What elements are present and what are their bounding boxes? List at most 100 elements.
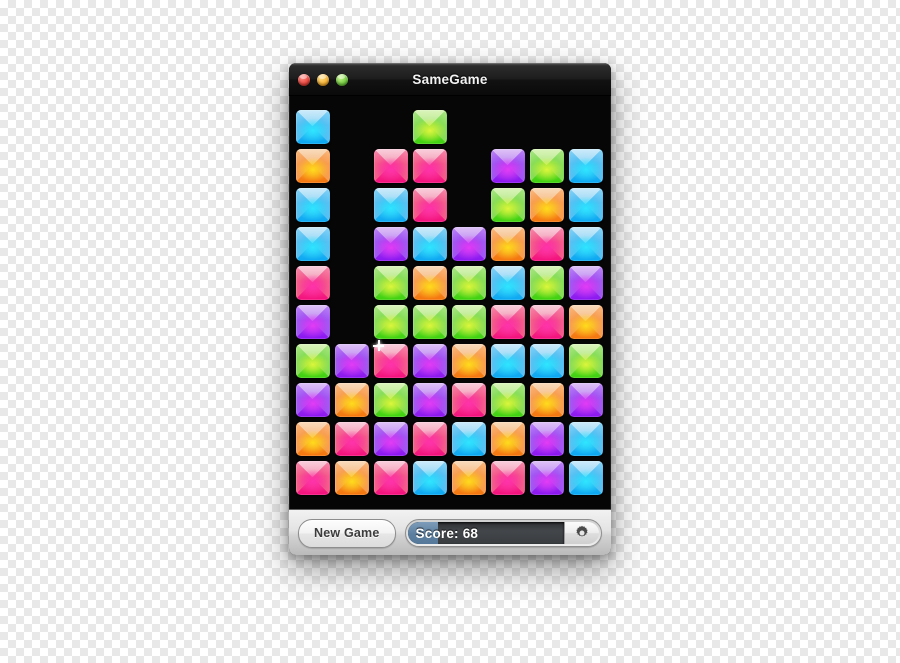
tile-purple[interactable] xyxy=(529,421,564,456)
close-button[interactable] xyxy=(298,73,310,86)
board-cell[interactable] xyxy=(449,419,488,458)
board-cell[interactable] xyxy=(410,107,449,146)
tile-green[interactable] xyxy=(529,148,564,183)
tile-blue[interactable] xyxy=(451,421,486,456)
tile-blue[interactable] xyxy=(568,421,603,456)
tile-orange[interactable] xyxy=(529,382,564,417)
tile-purple[interactable] xyxy=(295,382,330,417)
tile-orange[interactable] xyxy=(295,148,330,183)
window-titlebar[interactable]: SameGame xyxy=(289,63,611,96)
new-game-button[interactable]: New Game xyxy=(298,518,396,548)
board-cell[interactable] xyxy=(566,185,605,224)
tile-pink[interactable] xyxy=(373,343,408,378)
board-cell[interactable] xyxy=(293,380,332,419)
tile-orange[interactable] xyxy=(334,382,369,417)
board-cell[interactable] xyxy=(527,107,566,146)
board-cell[interactable] xyxy=(332,302,371,341)
board-cell[interactable] xyxy=(488,380,527,419)
board-cell[interactable] xyxy=(332,107,371,146)
board-cell[interactable] xyxy=(332,185,371,224)
zoom-button[interactable] xyxy=(336,73,348,86)
board-cell[interactable] xyxy=(371,263,410,302)
tile-blue[interactable] xyxy=(295,226,330,261)
tile-blue[interactable] xyxy=(529,343,564,378)
board-cell[interactable] xyxy=(527,419,566,458)
board-cell[interactable] xyxy=(371,185,410,224)
board-cell[interactable] xyxy=(293,419,332,458)
board-cell[interactable] xyxy=(410,185,449,224)
board-cell[interactable] xyxy=(488,185,527,224)
tile-blue[interactable] xyxy=(412,226,447,261)
tile-pink[interactable] xyxy=(334,421,369,456)
tile-blue[interactable] xyxy=(373,187,408,222)
tile-green[interactable] xyxy=(295,343,330,378)
tile-blue[interactable] xyxy=(295,187,330,222)
board-cell[interactable] xyxy=(410,146,449,185)
tile-green[interactable] xyxy=(451,304,486,339)
board-cell[interactable] xyxy=(371,302,410,341)
board-cell[interactable] xyxy=(449,380,488,419)
board-cell[interactable] xyxy=(449,224,488,263)
tile-pink[interactable] xyxy=(490,304,525,339)
board-cell[interactable] xyxy=(332,419,371,458)
board-cell[interactable] xyxy=(293,341,332,380)
tile-orange[interactable] xyxy=(451,343,486,378)
board-cell[interactable] xyxy=(527,458,566,497)
board-cell[interactable] xyxy=(371,458,410,497)
tile-green[interactable] xyxy=(373,304,408,339)
board-cell[interactable] xyxy=(488,224,527,263)
board-cell[interactable] xyxy=(566,146,605,185)
board-cell[interactable] xyxy=(566,107,605,146)
tile-green[interactable] xyxy=(568,343,603,378)
tile-blue[interactable] xyxy=(490,343,525,378)
tile-pink[interactable] xyxy=(295,460,330,495)
tile-green[interactable] xyxy=(490,382,525,417)
board-cell[interactable] xyxy=(488,458,527,497)
tile-orange[interactable] xyxy=(412,265,447,300)
tile-purple[interactable] xyxy=(568,382,603,417)
board-cell[interactable] xyxy=(371,107,410,146)
board-cell[interactable] xyxy=(332,341,371,380)
board-cell[interactable] xyxy=(449,302,488,341)
tile-pink[interactable] xyxy=(412,187,447,222)
tile-green[interactable] xyxy=(412,109,447,144)
tile-orange[interactable] xyxy=(568,304,603,339)
board-cell[interactable] xyxy=(488,107,527,146)
tile-green[interactable] xyxy=(451,265,486,300)
board-cell[interactable] xyxy=(410,380,449,419)
board-cell[interactable] xyxy=(449,107,488,146)
board-cell[interactable] xyxy=(488,419,527,458)
board-cell[interactable] xyxy=(527,263,566,302)
board-cell[interactable] xyxy=(449,458,488,497)
board-cell[interactable] xyxy=(488,302,527,341)
tile-purple[interactable] xyxy=(295,304,330,339)
board-cell[interactable] xyxy=(410,263,449,302)
board-cell[interactable] xyxy=(293,107,332,146)
board-cell[interactable] xyxy=(488,263,527,302)
board-cell[interactable] xyxy=(332,458,371,497)
board-cell[interactable] xyxy=(566,224,605,263)
tile-blue[interactable] xyxy=(412,460,447,495)
board-cell[interactable] xyxy=(527,224,566,263)
tile-grid[interactable] xyxy=(293,107,605,497)
tile-purple[interactable] xyxy=(529,460,564,495)
tile-purple[interactable] xyxy=(490,148,525,183)
tile-blue[interactable] xyxy=(490,265,525,300)
tile-orange[interactable] xyxy=(529,187,564,222)
board-cell[interactable] xyxy=(332,380,371,419)
tile-orange[interactable] xyxy=(295,421,330,456)
board-cell[interactable] xyxy=(527,341,566,380)
tile-orange[interactable] xyxy=(451,460,486,495)
board-cell[interactable] xyxy=(566,263,605,302)
tile-green[interactable] xyxy=(412,304,447,339)
tile-blue[interactable] xyxy=(295,109,330,144)
tile-pink[interactable] xyxy=(529,304,564,339)
board-cell[interactable] xyxy=(293,185,332,224)
tile-green[interactable] xyxy=(373,382,408,417)
tile-purple[interactable] xyxy=(412,343,447,378)
board-cell[interactable] xyxy=(371,146,410,185)
tile-pink[interactable] xyxy=(529,226,564,261)
board-cell[interactable] xyxy=(293,146,332,185)
tile-purple[interactable] xyxy=(334,343,369,378)
tile-pink[interactable] xyxy=(490,460,525,495)
